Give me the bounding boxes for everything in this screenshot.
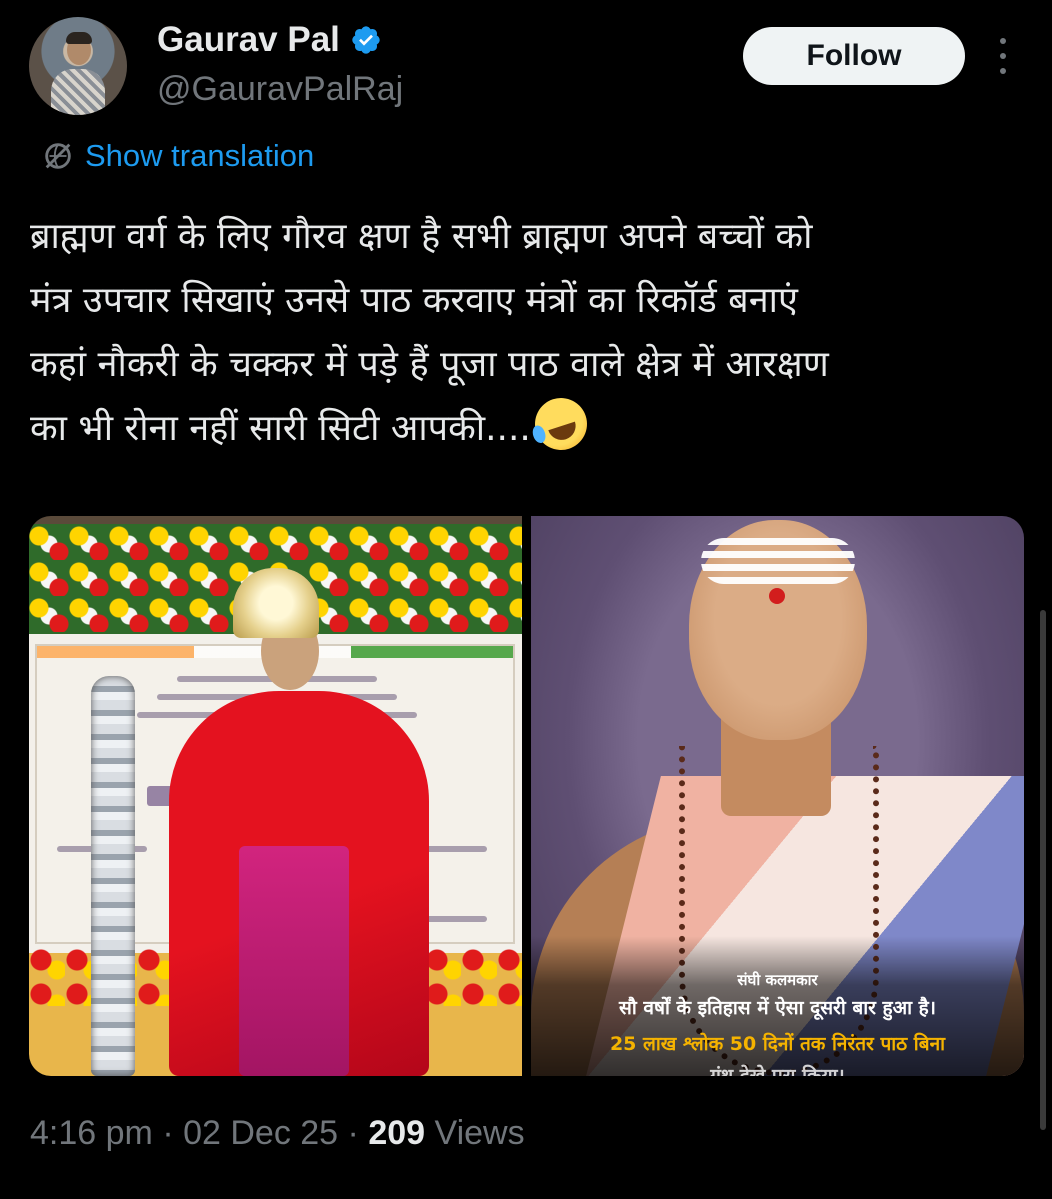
silver-mace	[91, 676, 135, 1076]
more-dot	[1000, 53, 1006, 59]
author-avatar[interactable]	[29, 17, 127, 115]
author-name-row: Gaurav Pal	[157, 20, 382, 60]
verified-badge-icon	[352, 26, 380, 54]
tilak-marking	[701, 538, 855, 584]
more-dot	[1000, 68, 1006, 74]
tweet-line: का भी रोना नहीं सारी सिटी आपकी....	[30, 408, 531, 449]
avatar-shirt	[51, 69, 105, 115]
tweet-line-last: का भी रोना नहीं सारी सिटी आपकी....	[30, 391, 1030, 461]
author-handle[interactable]: @GauravPalRaj	[157, 70, 403, 109]
image-caption: संघी कलमकार सौ वर्षों के इतिहास में ऐसा …	[531, 936, 1024, 1076]
globe-translate-icon	[45, 143, 71, 169]
caption-brand: संघी कलमकार	[737, 971, 818, 989]
more-vertical-icon[interactable]	[996, 38, 1010, 74]
more-dot	[1000, 38, 1006, 44]
views-count[interactable]: 209	[368, 1114, 425, 1152]
tweet-media-grid: संघी कलमकार सौ वर्षों के इतिहास में ऐसा …	[29, 516, 1024, 1076]
tweet-line: कहां नौकरी के चक्कर में पड़े हैं पूजा पा…	[30, 344, 829, 385]
meta-separator: ·	[162, 1114, 174, 1152]
pink-garment	[239, 846, 349, 1076]
tweet-text: ब्राह्मण वर्ग के लिए गौरव क्षण है सभी ब्…	[30, 205, 1030, 461]
caption-line-highlight: 25 लाख श्लोक 50 दिनों तक निरंतर पाठ बिना	[609, 1033, 946, 1055]
rolling-on-floor-laughing-emoji-icon	[528, 391, 594, 457]
media-photo-left[interactable]	[29, 516, 522, 1076]
tweet-line: मंत्र उपचार सिखाएं उनसे पाठ करवाए मंत्रो…	[30, 280, 798, 321]
scrollbar[interactable]	[1040, 610, 1046, 1130]
caption-line: सौ वर्षों के इतिहास में ऐसा दूसरी बार हु…	[619, 997, 936, 1019]
tweet-meta: 4:16 pm · 02 Dec 25 · 209 Views	[30, 1114, 525, 1153]
crown-headpiece	[233, 568, 319, 638]
bindi-dot	[769, 588, 785, 604]
media-photo-right[interactable]: संघी कलमकार सौ वर्षों के इतिहास में ऐसा …	[531, 516, 1024, 1076]
caption-line-cut: ग्रंथ देखे पूरा किया।	[710, 1065, 845, 1076]
tweet-line: ब्राह्मण वर्ग के लिए गौरव क्षण है सभी ब्…	[30, 216, 813, 257]
tweet-time[interactable]: 4:16 pm	[30, 1114, 153, 1152]
avatar-hair	[66, 32, 92, 44]
tweet-date[interactable]: 02 Dec 25	[183, 1114, 338, 1152]
follow-button[interactable]: Follow	[743, 27, 965, 85]
show-translation-link[interactable]: Show translation	[41, 138, 314, 174]
views-label: Views	[434, 1114, 525, 1152]
author-name[interactable]: Gaurav Pal	[157, 20, 340, 60]
meta-separator: ·	[347, 1114, 359, 1152]
show-translation-label[interactable]: Show translation	[85, 138, 314, 174]
